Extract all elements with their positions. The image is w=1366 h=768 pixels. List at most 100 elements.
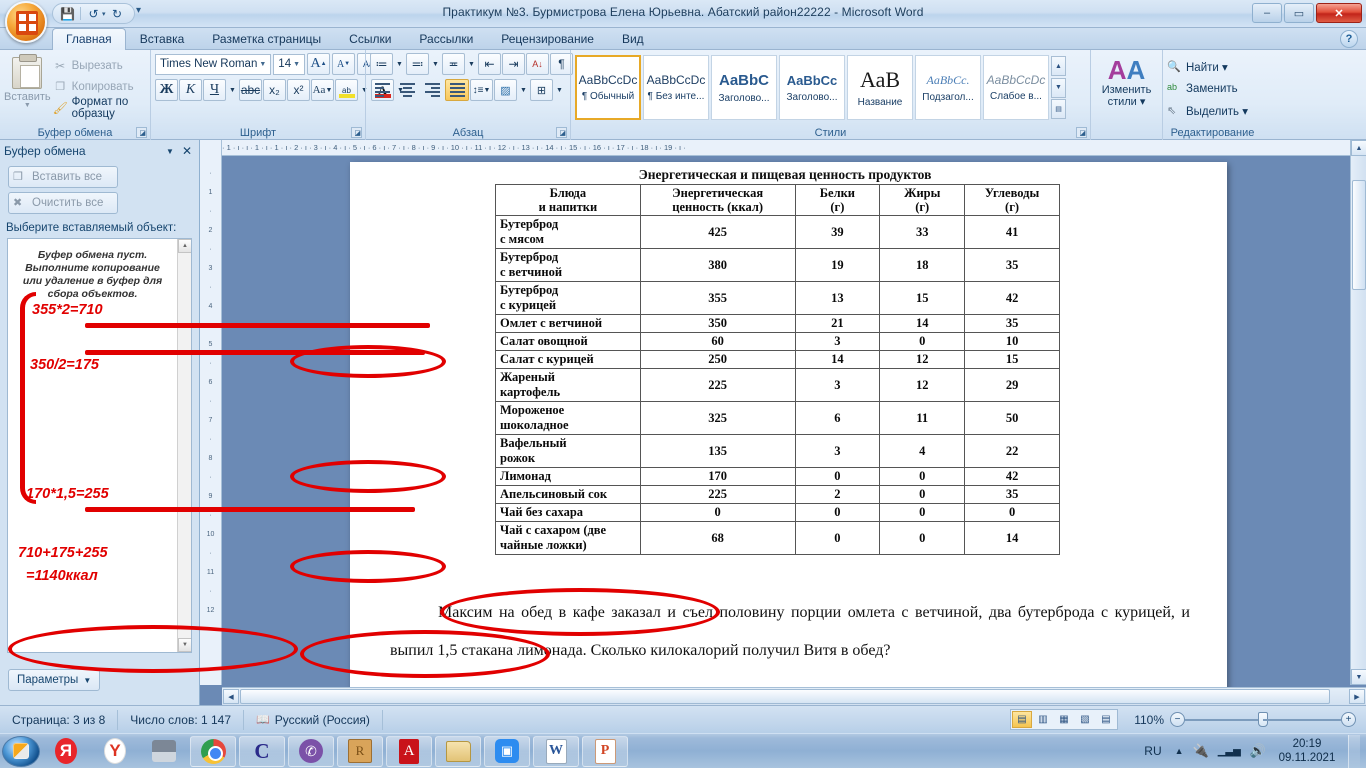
style-podzagolovok[interactable]: AaBbCc. Подзагол... bbox=[915, 55, 981, 120]
zoom-in-button[interactable]: + bbox=[1341, 712, 1356, 727]
scroll-left-icon[interactable]: ◀ bbox=[223, 689, 239, 704]
maximize-button[interactable]: ▭ bbox=[1284, 3, 1314, 23]
superscript-button[interactable]: x² bbox=[287, 79, 310, 101]
numbering-dropdown-icon[interactable]: ▼ bbox=[430, 53, 441, 75]
taskbar-viber[interactable]: ✆ bbox=[288, 735, 334, 767]
text-highlight-button[interactable]: ab bbox=[335, 79, 358, 101]
styles-more-icon[interactable]: ▤ bbox=[1051, 99, 1066, 119]
taskbar-chrome[interactable] bbox=[190, 735, 236, 767]
close-button[interactable]: ✕ bbox=[1316, 3, 1362, 23]
sort-button[interactable]: A↓ bbox=[526, 53, 549, 75]
subscript-button[interactable]: x₂ bbox=[263, 79, 286, 101]
borders-dropdown-icon[interactable]: ▼ bbox=[554, 79, 565, 101]
scroll-down-icon[interactable]: ▼ bbox=[1351, 669, 1366, 685]
style-nazvanie[interactable]: АаВ Название bbox=[847, 55, 913, 120]
office-button[interactable] bbox=[5, 1, 47, 43]
view-full-screen-icon[interactable]: ▥ bbox=[1033, 711, 1053, 728]
document-vertical-scrollbar[interactable]: ▲ ▼ bbox=[1350, 140, 1366, 685]
decrease-indent-button[interactable]: ⇤ bbox=[478, 53, 501, 75]
scroll-up-icon[interactable]: ▲ bbox=[178, 239, 191, 253]
align-justify-button[interactable] bbox=[445, 79, 469, 101]
tab-ssylki[interactable]: Ссылки bbox=[335, 28, 405, 50]
language-indicator[interactable]: RU bbox=[1144, 744, 1165, 758]
taskbar-yandex-browser[interactable]: Я bbox=[43, 736, 89, 767]
style-slaboe-vydelenie[interactable]: AaBbCcDc Слабое в... bbox=[983, 55, 1049, 120]
align-center-button[interactable] bbox=[395, 79, 419, 101]
show-hidden-icons[interactable]: ▲ bbox=[1175, 746, 1184, 756]
taskbar-powerpoint[interactable]: P bbox=[582, 735, 628, 767]
bullets-dropdown-icon[interactable]: ▼ bbox=[394, 53, 405, 75]
taskbar-acrobat[interactable]: A bbox=[386, 735, 432, 767]
copy-button[interactable]: ❐ Копировать bbox=[53, 78, 146, 97]
borders-button[interactable]: ⊞ bbox=[530, 79, 553, 101]
taskbar-word[interactable]: W bbox=[533, 735, 579, 767]
cut-button[interactable]: ✂ Вырезать bbox=[53, 57, 146, 76]
volume-icon[interactable]: 🔊 bbox=[1250, 743, 1266, 759]
view-print-layout-icon[interactable]: ▤ bbox=[1012, 711, 1032, 728]
horizontal-ruler[interactable]: · 1 · ı · ı · 1 · ı · 1 · ı · 2 · ı · 3 … bbox=[222, 140, 1352, 156]
paste-all-button[interactable]: ❐ Вставить все bbox=[8, 166, 118, 188]
taskbar-compass[interactable]: C bbox=[239, 735, 285, 767]
start-button[interactable] bbox=[2, 735, 40, 767]
taskbar-rbox[interactable]: R bbox=[337, 735, 383, 767]
chevron-down-icon[interactable]: ▼ bbox=[291, 61, 302, 68]
view-outline-icon[interactable]: ▧ bbox=[1075, 711, 1095, 728]
scroll-right-icon[interactable]: ▶ bbox=[1349, 689, 1365, 704]
show-desktop-button[interactable] bbox=[1348, 734, 1360, 768]
bold-button[interactable]: Ж bbox=[155, 79, 178, 101]
clear-all-button[interactable]: ✖ Очистить все bbox=[8, 192, 118, 214]
minimize-button[interactable]: – bbox=[1252, 3, 1282, 23]
change-styles-button[interactable]: AA Изменить стили ▾ bbox=[1095, 52, 1158, 108]
zoom-track-left[interactable] bbox=[1185, 718, 1263, 721]
scroll-up-icon[interactable]: ▲ bbox=[1351, 140, 1366, 156]
horizontal-scroll-thumb[interactable] bbox=[240, 689, 1330, 704]
style-zagolovok-2[interactable]: AaBbCc Заголово... bbox=[779, 55, 845, 120]
task-pane-close-icon[interactable]: ✕ bbox=[179, 144, 195, 158]
increase-indent-button[interactable]: ⇥ bbox=[502, 53, 525, 75]
view-draft-icon[interactable]: ▤ bbox=[1096, 711, 1116, 728]
underline-dropdown-icon[interactable]: ▼ bbox=[227, 79, 238, 101]
align-left-button[interactable] bbox=[370, 79, 394, 101]
tab-recenzirovanie[interactable]: Рецензирование bbox=[487, 28, 608, 50]
grow-font-button[interactable]: A ▲ bbox=[307, 53, 331, 75]
format-painter-button[interactable]: 🖌 Формат по образцу bbox=[53, 96, 146, 120]
help-icon[interactable]: ? bbox=[1340, 30, 1358, 48]
zoom-track-right[interactable] bbox=[1263, 718, 1341, 721]
styles-scroll-down-icon[interactable]: ▼ bbox=[1051, 77, 1066, 98]
shrink-font-button[interactable]: A ▼ bbox=[332, 53, 356, 75]
taskbar-explorer[interactable] bbox=[435, 735, 481, 767]
view-web-layout-icon[interactable]: ▦ bbox=[1054, 711, 1074, 728]
replace-button[interactable]: ab Заменить bbox=[1167, 79, 1258, 100]
tab-razmetka[interactable]: Разметка страницы bbox=[198, 28, 335, 50]
zoom-out-button[interactable]: − bbox=[1170, 712, 1185, 727]
shading-dropdown-icon[interactable]: ▼ bbox=[518, 79, 529, 101]
tab-glavnaya[interactable]: Главная bbox=[52, 28, 126, 50]
bullets-button[interactable]: ≔ bbox=[370, 53, 393, 75]
multilevel-list-button[interactable]: ≖ bbox=[442, 53, 465, 75]
strikethrough-button[interactable]: abc bbox=[239, 79, 262, 101]
style-zagolovok-1[interactable]: AaBbC Заголово... bbox=[711, 55, 777, 120]
line-spacing-button[interactable]: ↕≡ ▼ bbox=[470, 79, 493, 101]
taskbar-yandex[interactable]: Y bbox=[92, 736, 138, 767]
style-obychnyy[interactable]: AaBbCcDc ¶ Обычный bbox=[575, 55, 641, 120]
zoom-level[interactable]: 110% bbox=[1124, 713, 1164, 727]
styles-scroll-up-icon[interactable]: ▲ bbox=[1051, 56, 1066, 76]
network-plug-icon[interactable]: 🔌 bbox=[1193, 743, 1209, 759]
tab-rassylki[interactable]: Рассылки bbox=[405, 28, 487, 50]
task-pane-scrollbar[interactable]: ▲ ▼ bbox=[177, 239, 191, 652]
zoom-slider[interactable]: − + bbox=[1170, 712, 1356, 727]
status-language[interactable]: 📖 Русский (Россия) bbox=[244, 709, 383, 730]
status-page[interactable]: Страница: 3 из 8 bbox=[0, 709, 119, 730]
change-case-button[interactable]: Aa ▼ bbox=[311, 79, 334, 101]
tab-vid[interactable]: Вид bbox=[608, 28, 658, 50]
clipboard-options-button[interactable]: Параметры ▼ bbox=[8, 669, 101, 691]
paste-dropdown-icon[interactable]: ▼ bbox=[24, 102, 31, 109]
paste-button[interactable]: Вставить ▼ bbox=[4, 52, 51, 122]
document-horizontal-scrollbar[interactable]: ◀ ▶ bbox=[222, 687, 1366, 705]
signal-icon[interactable]: ▁▃▅ bbox=[1218, 746, 1241, 757]
find-button[interactable]: 🔍 Найти ▾ bbox=[1167, 57, 1258, 78]
task-pane-menu-icon[interactable]: ▼ bbox=[161, 147, 179, 156]
taskbar-zoom[interactable]: ▣ bbox=[484, 735, 530, 767]
document-page[interactable]: Энергетическая и пищевая ценность продук… bbox=[350, 162, 1227, 768]
status-word-count[interactable]: Число слов: 1 147 bbox=[118, 709, 245, 730]
